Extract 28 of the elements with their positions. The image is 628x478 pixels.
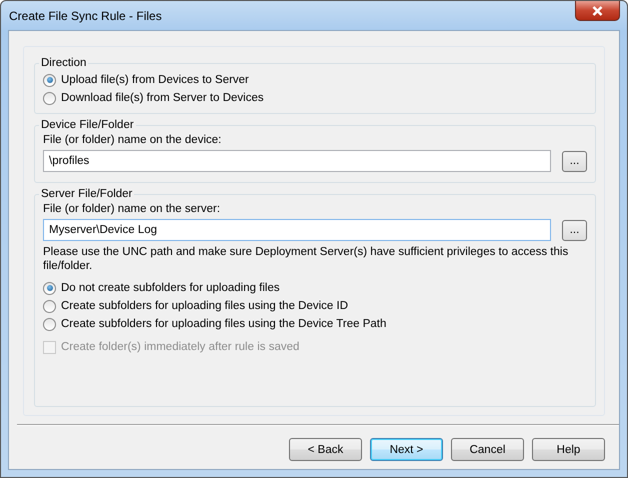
radio-label: Do not create subfolders for uploading files xyxy=(61,282,280,294)
radio-button[interactable] xyxy=(43,92,56,104)
radio-label: Create subfolders for uploading files using the Device ID xyxy=(61,300,348,312)
browse-button[interactable]: ... xyxy=(562,150,587,172)
radio-label: Upload file(s) from Devices to Server xyxy=(61,74,249,86)
browse-button[interactable]: ... xyxy=(562,220,587,240)
close-icon xyxy=(592,6,603,16)
window-title: Create File Sync Rule - Files xyxy=(8,8,162,22)
radio-label: Download file(s) from Server to Devices xyxy=(61,92,264,104)
field-label: File (or folder) name on the device: xyxy=(43,134,222,146)
dialog-button[interactable]: Next > xyxy=(370,438,443,461)
radio-label: Create subfolders for uploading files using the Device Tree Path xyxy=(61,318,386,330)
device-path-field[interactable]: \profiles xyxy=(43,150,551,172)
dialog-button[interactable]: Help xyxy=(532,438,605,461)
server-path-field[interactable]: Myserver\Device Log xyxy=(43,219,551,241)
close-button[interactable] xyxy=(575,1,620,21)
dialog-button[interactable]: Cancel xyxy=(451,438,524,461)
field-label: File (or folder) name on the server: xyxy=(43,203,222,215)
dialog-button[interactable]: < Back xyxy=(289,438,362,461)
checkbox-label: Create folder(s) immediately after rule is saved xyxy=(61,341,300,353)
group-title: Device File/Folder xyxy=(40,119,135,131)
unc-note: Please use the UNC path and make sure Deployment Server(s) have sufficient privileges to access this file/folder. xyxy=(43,245,570,273)
radio-button[interactable] xyxy=(43,282,56,294)
group-title: Direction xyxy=(40,57,88,69)
radio-button[interactable] xyxy=(43,74,56,86)
group-title: Server File/Folder xyxy=(40,188,134,200)
radio-button[interactable] xyxy=(43,300,56,312)
radio-button[interactable] xyxy=(43,318,56,330)
